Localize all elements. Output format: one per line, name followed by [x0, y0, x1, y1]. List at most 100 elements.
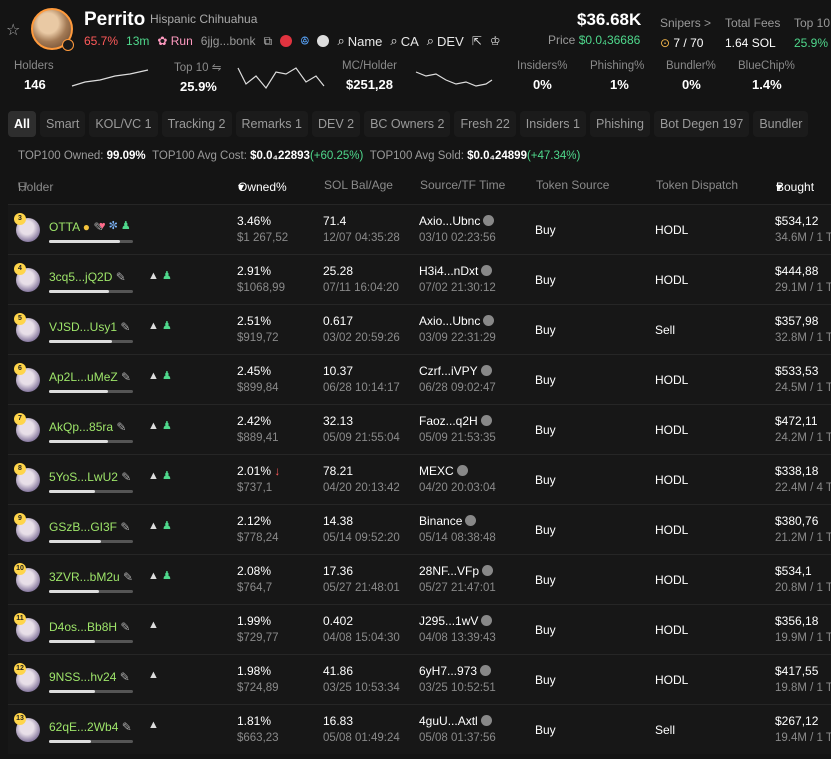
crown-icon[interactable]: ♔ — [490, 34, 501, 48]
bought-cell: $472,11 24.2M / 1 T — [775, 414, 831, 444]
search-icon: ⌕ — [426, 33, 435, 48]
owned-cell: 2.12% $778,24 — [237, 514, 279, 544]
edit-icon[interactable]: ✎ — [120, 670, 130, 684]
col-sol-bal[interactable]: SOL Bal/Age — [324, 178, 393, 192]
bubblemap-icon[interactable]: ꔮ — [300, 34, 309, 49]
edit-icon[interactable]: ✎ — [123, 570, 133, 584]
table-row[interactable]: 13 62qE...2Wb4 ✎ ▲ 1.81% $663,23 16.83 05/… — [8, 704, 831, 754]
tab-fresh[interactable]: Fresh 22 — [454, 111, 516, 137]
copy-icon[interactable]: ⧉ — [263, 34, 272, 49]
source-cell[interactable]: Axio...Ubnc 03/10 02:23:56 — [419, 213, 496, 247]
source-cell[interactable]: Axio...Ubnc 03/09 22:31:29 — [419, 313, 496, 347]
tab-smart[interactable]: Smart — [39, 111, 86, 137]
table-row[interactable]: 3 OTTA ● ✎ ♥ ✼ ♟ 3.46% $1 267,52 71.4 12/0… — [8, 204, 831, 254]
favorite-star-icon[interactable]: ☆ — [6, 20, 20, 40]
holding-bar — [49, 740, 133, 743]
source-cell[interactable]: MEXC 04/20 20:03:04 — [419, 463, 496, 497]
holder-address[interactable]: 3cq5...jQ2D ✎ — [49, 270, 126, 284]
holder-address[interactable]: Ap2L...uMeZ ✎ — [49, 370, 131, 384]
user-icon: ♟ — [161, 520, 172, 532]
token-source-cell: Buy — [535, 473, 556, 487]
holding-bar-fill — [49, 490, 96, 493]
edit-icon[interactable]: ✎ — [116, 420, 126, 434]
top10-sparkline — [237, 67, 325, 90]
tab-tracking[interactable]: Tracking 2 — [161, 111, 232, 137]
token-source-cell: Buy — [535, 723, 556, 737]
table-row[interactable]: 5 VJSD...Usy1 ✎ ▲ ♟ 2.51% $919,72 0.617 03… — [8, 304, 831, 354]
top10-header-stat: Top 10 25.9% — [794, 16, 831, 50]
holding-bar — [49, 590, 133, 593]
tab-dev[interactable]: DEV 2 — [311, 111, 361, 137]
pump-icon[interactable] — [280, 35, 293, 47]
holding-bar — [49, 490, 133, 493]
token-dispatch-cell: HODL — [655, 523, 689, 537]
edit-icon[interactable]: ✎ — [122, 720, 132, 734]
source-cell[interactable]: Czrf...iVPY 06/28 09:02:47 — [419, 363, 496, 397]
rank-badge: 4 — [14, 263, 26, 275]
col-token-dispatch[interactable]: Token Dispatch — [656, 178, 738, 192]
bought-cell: $444,88 29.1M / 1 T — [775, 264, 831, 294]
exchange-icon — [480, 665, 492, 676]
rank-badge: 10 — [14, 563, 26, 575]
tab-bot-degen[interactable]: Bot Degen 197 — [653, 111, 750, 137]
holding-bar-fill — [49, 640, 96, 643]
search-ca-button[interactable]: ⌕ CA — [390, 33, 418, 49]
holder-address[interactable]: OTTA ● ✎ — [49, 220, 103, 234]
source-cell[interactable]: 4guU...Axtl 05/08 01:37:56 — [419, 713, 496, 747]
table-row[interactable]: 4 3cq5...jQ2D ✎ ▲ ♟ 2.91% $1068,99 25.28 0… — [8, 254, 831, 304]
holder-address[interactable]: 5YoS...LwU2 ✎ — [49, 470, 131, 484]
table-row[interactable]: 12 9NSS...hv24 ✎ ▲ 1.98% $724,89 41.86 03/… — [8, 654, 831, 704]
col-token-source[interactable]: Token Source — [536, 178, 609, 192]
source-cell[interactable]: Faoz...q2H 05/09 21:53:35 — [419, 413, 496, 447]
search-dev-button[interactable]: ⌕ DEV — [427, 33, 464, 49]
tab-remarks[interactable]: Remarks 1 — [235, 111, 308, 137]
source-cell[interactable]: J295...1wV 04/08 13:39:43 — [419, 613, 496, 647]
edit-icon[interactable]: ✎ — [120, 320, 130, 334]
holder-stats-row: Holders 146 Top 10 ⇋ 25.9% MC/Holder $25… — [0, 58, 831, 100]
table-row[interactable]: 6 Ap2L...uMeZ ✎ ▲ ♟ 2.45% $899,84 10.37 06… — [8, 354, 831, 404]
tab-bc-owners[interactable]: BC Owners 2 — [364, 111, 451, 137]
tab-insiders[interactable]: Insiders 1 — [519, 111, 586, 137]
tab-phishing[interactable]: Phishing — [589, 111, 650, 137]
table-row[interactable]: 9 GSzB...GI3F ✎ ▲ ♟ 2.12% $778,24 14.38 05… — [8, 504, 831, 554]
bought-cell: $534,12 34.6M / 1 T — [775, 214, 831, 244]
filter-icon[interactable]: ⛉ — [18, 180, 27, 195]
edit-icon[interactable]: ✎ — [121, 370, 131, 384]
tab-all[interactable]: All — [8, 111, 36, 137]
source-cell[interactable]: 6yH7...973 03/25 10:52:51 — [419, 663, 496, 697]
owned-cell: 2.08% $764,7 — [237, 564, 273, 594]
holder-address[interactable]: VJSD...Usy1 ✎ — [49, 320, 130, 334]
table-row[interactable]: 10 3ZVR...bM2u ✎ ▲ ♟ 2.08% $764,7 17.36 05… — [8, 554, 831, 604]
holder-address[interactable]: 9NSS...hv24 ✎ — [49, 670, 130, 684]
tab-bundler[interactable]: Bundler — [753, 111, 809, 137]
holder-address[interactable]: 3ZVR...bM2u ✎ — [49, 570, 133, 584]
snipers-stat[interactable]: Snipers > ⊙ 7 / 70 — [660, 16, 711, 50]
edit-icon[interactable]: ✎ — [120, 620, 130, 634]
edit-icon[interactable]: ✎ — [120, 520, 130, 534]
run-badge: ✿ Run — [157, 34, 193, 48]
triangle-icon: ▲ — [148, 370, 159, 382]
user-icon: ♟ — [161, 270, 172, 282]
holder-address[interactable]: 62qE...2Wb4 ✎ — [49, 720, 132, 734]
col-source-time[interactable]: Source/TF Time — [420, 178, 505, 192]
table-row[interactable]: 11 D4os...Bb8H ✎ ▲ 1.99% $729,77 0.402 04/… — [8, 604, 831, 654]
share-icon[interactable]: ⇱ — [472, 34, 482, 48]
price-change: 65.7% — [84, 34, 119, 48]
menu-circle-icon[interactable] — [317, 35, 330, 47]
holder-address[interactable]: AkQp...85ra ✎ — [49, 420, 126, 434]
source-cell[interactable]: H3i4...nDxt 07/02 21:30:12 — [419, 263, 496, 297]
holder-address[interactable]: D4os...Bb8H ✎ — [49, 620, 130, 634]
table-row[interactable]: 7 AkQp...85ra ✎ ▲ ♟ 2.42% $889,41 32.13 05… — [8, 404, 831, 454]
triangle-icon: ▲ — [148, 470, 159, 482]
search-name-button[interactable]: ⌕ Name — [337, 33, 382, 49]
edit-icon[interactable]: ✎ — [116, 270, 126, 284]
bought-cell: $417,55 19.8M / 1 T — [775, 664, 831, 694]
edit-icon[interactable]: ✎ — [121, 470, 131, 484]
stat-bluechip: BlueChip% 1.4% — [738, 60, 795, 92]
tab-kol-vc[interactable]: KOL/VC 1 — [89, 111, 158, 137]
source-cell[interactable]: Binance 05/14 08:38:48 — [419, 513, 496, 547]
rank-badge: 9 — [14, 513, 26, 525]
holder-address[interactable]: GSzB...GI3F ✎ — [49, 520, 130, 534]
source-cell[interactable]: 28NF...VFp 05/27 21:47:01 — [419, 563, 496, 597]
table-row[interactable]: 8 5YoS...LwU2 ✎ ▲ ♟ 2.01% ↓ $737,1 78.21 0… — [8, 454, 831, 504]
